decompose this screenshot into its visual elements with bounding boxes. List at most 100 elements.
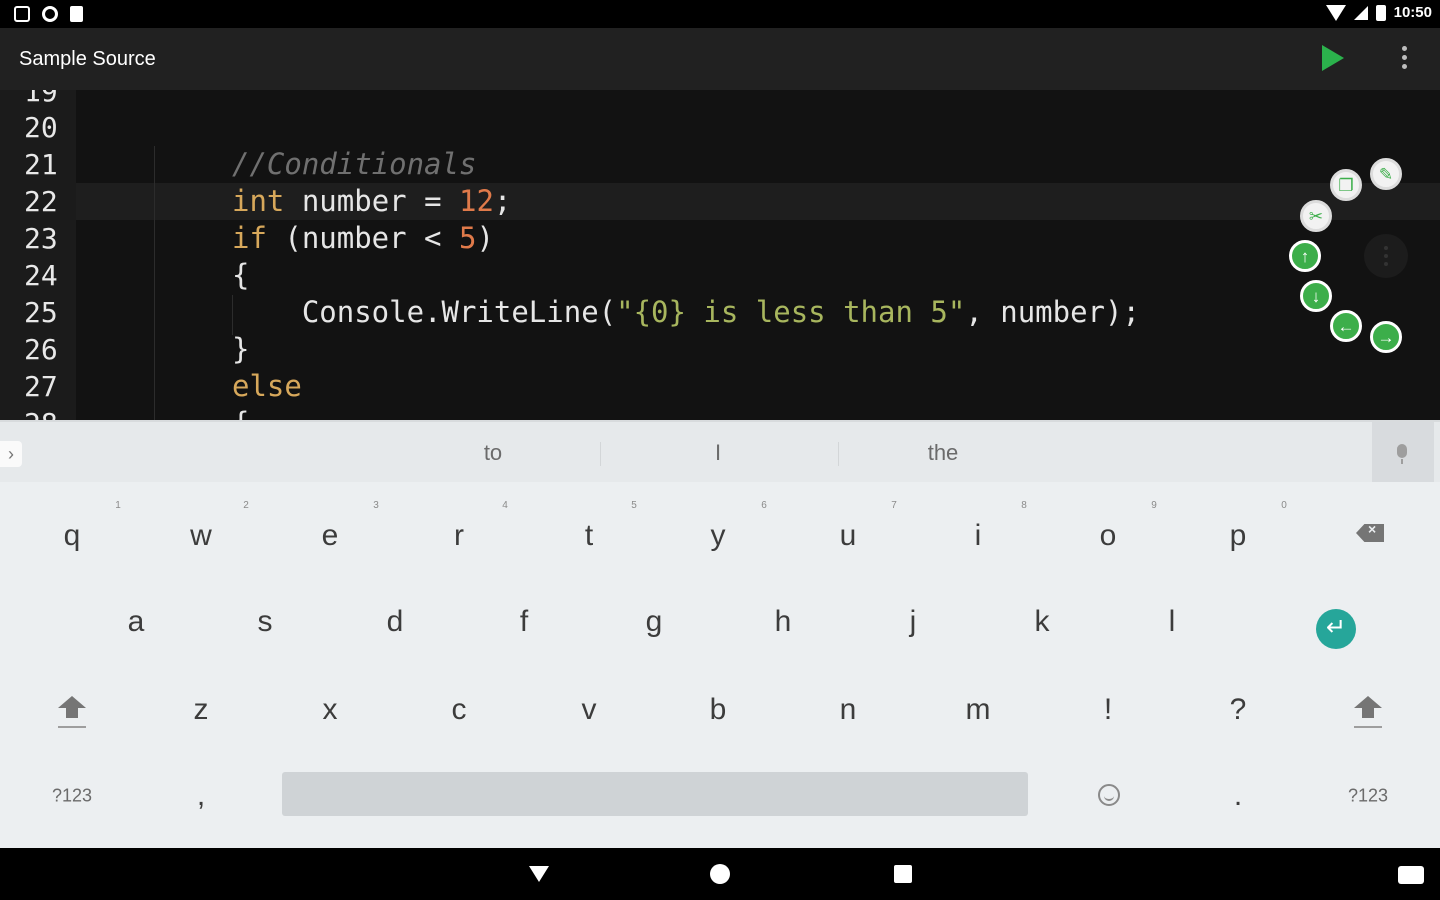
code-line[interactable]: { xyxy=(232,405,249,420)
key-r[interactable]: r xyxy=(454,519,464,553)
key-hint: 4 xyxy=(502,500,508,511)
back-icon[interactable] xyxy=(529,866,549,882)
code-line[interactable]: { xyxy=(232,257,249,294)
key-i[interactable]: i xyxy=(975,519,982,553)
key-period[interactable]: . xyxy=(1234,779,1242,813)
space-bar[interactable] xyxy=(282,772,1028,816)
line-number: 23 xyxy=(24,222,58,255)
key-m[interactable]: m xyxy=(966,693,991,727)
copy-icon[interactable]: ❐ xyxy=(1330,169,1362,201)
key-h[interactable]: h xyxy=(775,605,792,639)
key-q[interactable]: q xyxy=(64,519,81,553)
key-u[interactable]: u xyxy=(840,519,857,553)
code-line[interactable]: } xyxy=(232,331,249,368)
divider xyxy=(838,442,839,466)
suggestion-strip: › to I the xyxy=(0,420,1440,482)
shift-left-icon[interactable] xyxy=(58,696,86,732)
key-t[interactable]: t xyxy=(585,519,593,553)
arrow-left-icon[interactable]: ← xyxy=(1330,310,1362,342)
suggestion-item[interactable]: I xyxy=(715,440,721,466)
code-line[interactable]: Console.WriteLine("{0} is less than 5", … xyxy=(232,294,1140,331)
code-editor[interactable]: 19 20 21 22 23 24 25 26 27 28 //Conditio… xyxy=(0,90,1440,420)
code-line[interactable]: if (number < 5) xyxy=(232,220,494,257)
voice-input-button[interactable] xyxy=(1372,422,1434,482)
key-b[interactable]: b xyxy=(710,693,727,727)
key-n[interactable]: n xyxy=(840,693,857,727)
line-number: 25 xyxy=(24,296,58,329)
arrow-right-icon[interactable]: → xyxy=(1370,321,1402,353)
paste-icon[interactable]: ✎ xyxy=(1370,158,1402,190)
soft-keyboard: › to I the 1 2 3 4 5 6 7 8 9 0 q w e r t… xyxy=(0,420,1440,848)
status-bar: 10:50 xyxy=(0,0,1440,28)
line-number-gutter: 19 20 21 22 23 24 25 26 27 28 xyxy=(0,90,76,420)
key-w[interactable]: w xyxy=(190,519,212,553)
line-number: 20 xyxy=(24,111,58,144)
chevron-right-icon[interactable]: › xyxy=(0,441,22,467)
notification-app-icon xyxy=(14,6,30,22)
code-line[interactable]: else xyxy=(232,368,302,405)
cell-signal-icon xyxy=(1353,5,1368,20)
line-number: 21 xyxy=(24,148,58,181)
overflow-menu-icon[interactable] xyxy=(1398,46,1410,74)
mic-icon xyxy=(1397,444,1407,458)
recents-icon[interactable] xyxy=(894,865,912,883)
key-o[interactable]: o xyxy=(1100,519,1117,553)
system-nav-bar xyxy=(0,848,1440,900)
cursor-menu-icon[interactable] xyxy=(1364,234,1408,278)
notification-icons xyxy=(14,6,83,22)
key-l[interactable]: l xyxy=(1169,605,1176,639)
shift-right-icon[interactable] xyxy=(1354,696,1382,732)
key-x[interactable]: x xyxy=(323,693,338,727)
key-question[interactable]: ? xyxy=(1230,693,1247,727)
arrow-up-icon[interactable]: ↑ xyxy=(1289,240,1321,272)
app-bar: Sample Source xyxy=(0,28,1440,90)
enter-icon[interactable]: ↵ xyxy=(1316,609,1356,649)
key-exclamation[interactable]: ! xyxy=(1104,693,1112,727)
key-c[interactable]: c xyxy=(452,693,467,727)
line-number: 19 xyxy=(24,90,58,108)
key-hint: 8 xyxy=(1021,500,1027,511)
key-comma[interactable]: , xyxy=(197,779,205,813)
line-number: 27 xyxy=(24,370,58,403)
line-number: 28 xyxy=(24,405,74,420)
key-p[interactable]: p xyxy=(1230,519,1247,553)
code-line[interactable]: int number = 12; xyxy=(232,183,511,220)
line-number: 22 xyxy=(24,185,58,218)
run-icon[interactable] xyxy=(1322,45,1344,71)
home-icon[interactable] xyxy=(710,864,730,884)
key-j[interactable]: j xyxy=(910,605,917,639)
indent-guide xyxy=(154,146,155,420)
line-number: 24 xyxy=(24,259,58,292)
symbols-key-left[interactable]: ?123 xyxy=(52,786,92,807)
divider xyxy=(600,442,601,466)
arrow-down-icon[interactable]: ↓ xyxy=(1300,280,1332,312)
code-line[interactable]: //Conditionals xyxy=(232,146,476,183)
cut-icon[interactable]: ✂ xyxy=(1300,200,1332,232)
key-y[interactable]: y xyxy=(711,519,726,553)
key-f[interactable]: f xyxy=(520,605,528,639)
key-z[interactable]: z xyxy=(194,693,209,727)
symbols-key-right[interactable]: ?123 xyxy=(1348,786,1388,807)
key-e[interactable]: e xyxy=(322,519,339,553)
system-icons: 10:50 xyxy=(1325,4,1432,21)
key-hint: 5 xyxy=(631,500,637,511)
key-s[interactable]: s xyxy=(258,605,273,639)
keyboard-switch-icon[interactable] xyxy=(1398,866,1424,884)
key-g[interactable]: g xyxy=(646,605,663,639)
key-k[interactable]: k xyxy=(1035,605,1050,639)
page-title: Sample Source xyxy=(19,48,156,70)
key-hint: 2 xyxy=(243,500,249,511)
suggestion-item[interactable]: the xyxy=(928,440,959,466)
emoji-icon[interactable] xyxy=(1098,784,1120,806)
line-number: 26 xyxy=(24,333,58,366)
key-a[interactable]: a xyxy=(128,605,145,639)
status-time: 10:50 xyxy=(1393,4,1432,21)
battery-icon xyxy=(1375,4,1386,21)
key-d[interactable]: d xyxy=(387,605,404,639)
key-hint: 7 xyxy=(891,500,897,511)
file-icon xyxy=(70,6,83,22)
suggestion-item[interactable]: to xyxy=(484,440,502,466)
key-v[interactable]: v xyxy=(582,693,597,727)
key-hint: 1 xyxy=(115,500,121,511)
sync-icon xyxy=(42,6,58,22)
